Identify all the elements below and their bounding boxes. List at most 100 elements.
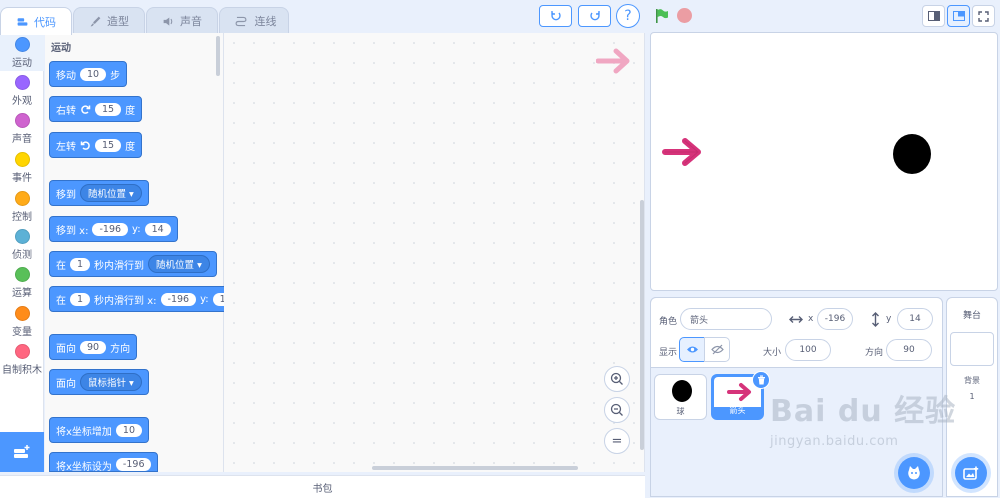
- block-text: 方向: [110, 343, 131, 355]
- block-turn-right[interactable]: 右转 15 度: [49, 96, 143, 122]
- category-menu: 运动 外观 声音 事件 控制 侦测 运算 变量 自制积木: [0, 33, 44, 433]
- backpack-bar[interactable]: 书包: [0, 475, 645, 498]
- fullscreen-button[interactable]: [972, 5, 995, 27]
- direction-field[interactable]: 90: [886, 339, 932, 361]
- block-goto[interactable]: 移到 随机位置 ▾: [49, 180, 149, 206]
- stage-selector-title: 舞台: [962, 311, 981, 321]
- size-field[interactable]: 100: [785, 339, 831, 361]
- seconds-input[interactable]: 1: [70, 292, 91, 306]
- category-sound[interactable]: 声音: [0, 113, 44, 145]
- tab-connect[interactable]: 连线: [219, 7, 289, 34]
- zoom-in-button[interactable]: [604, 366, 630, 392]
- show-sprite-button[interactable]: [679, 337, 705, 362]
- x-set-input[interactable]: -196: [115, 458, 152, 471]
- motion-dot-icon: [14, 37, 30, 52]
- undo-icon: [550, 11, 561, 21]
- glide-target-dropdown[interactable]: 随机位置 ▾: [148, 255, 210, 273]
- block-text: 度: [125, 141, 136, 153]
- help-button[interactable]: ?: [616, 4, 640, 28]
- my-blocks-dot-icon: [14, 344, 30, 359]
- workspace-vertical-scrollbar[interactable]: [640, 200, 644, 450]
- add-extension-button[interactable]: [0, 432, 44, 472]
- category-operators[interactable]: 运算: [0, 267, 44, 299]
- green-flag-icon[interactable]: [654, 8, 670, 24]
- category-my-blocks[interactable]: 自制积木: [0, 344, 44, 376]
- small-stage-button[interactable]: [922, 5, 945, 27]
- cat-sprite-icon: [908, 466, 920, 480]
- y-input[interactable]: 14: [144, 222, 171, 236]
- towards-target-dropdown[interactable]: 鼠标指针 ▾: [80, 373, 142, 391]
- size-label: 大小: [763, 348, 782, 358]
- code-workspace[interactable]: [224, 33, 645, 472]
- delete-sprite-button[interactable]: [752, 371, 770, 389]
- block-text: 步: [110, 70, 121, 82]
- y-field[interactable]: 14: [897, 308, 933, 330]
- block-change-x[interactable]: 将x坐标增加 10: [49, 417, 150, 443]
- trash-icon: [757, 375, 765, 385]
- block-set-x[interactable]: 将x坐标设为 -196: [49, 452, 159, 473]
- add-backdrop-button[interactable]: [955, 457, 987, 489]
- code-icon: [17, 18, 28, 26]
- brush-icon: [90, 16, 101, 26]
- block-point-towards[interactable]: 面向 鼠标指针 ▾: [49, 369, 149, 395]
- seconds-input[interactable]: 1: [70, 257, 91, 271]
- undo-button[interactable]: [539, 5, 572, 27]
- watermark-brand: Bai du 经验: [770, 394, 957, 429]
- x-input[interactable]: -196: [160, 292, 197, 306]
- block-text: 将x坐标增加: [56, 426, 112, 438]
- block-glide-to[interactable]: 在 1 秒内滑行到 随机位置 ▾: [49, 251, 217, 277]
- block-text: 移到: [56, 189, 76, 201]
- category-looks[interactable]: 外观: [0, 75, 44, 107]
- x-change-input[interactable]: 10: [115, 423, 143, 437]
- large-stage-button[interactable]: [947, 5, 970, 27]
- degrees-input[interactable]: 15: [95, 138, 122, 152]
- ball-thumbnail-icon: [672, 380, 692, 402]
- redo-icon: [589, 11, 600, 21]
- category-motion[interactable]: 运动: [0, 33, 44, 71]
- eye-slash-icon: [710, 344, 724, 355]
- goto-target-dropdown[interactable]: 随机位置 ▾: [80, 184, 142, 202]
- category-control[interactable]: 控制: [0, 191, 44, 223]
- events-dot-icon: [14, 152, 30, 167]
- tab-code[interactable]: 代码: [0, 7, 72, 35]
- redo-button[interactable]: [578, 5, 611, 27]
- sprite-thumbnail: [656, 376, 705, 406]
- large-stage-icon: [952, 11, 965, 21]
- y-label: y: [886, 314, 892, 324]
- speaker-icon: [163, 16, 173, 26]
- zoom-reset-button[interactable]: =: [604, 428, 630, 454]
- block-turn-left[interactable]: 左转 15 度: [49, 132, 143, 158]
- degrees-input[interactable]: 15: [95, 102, 122, 116]
- x-input[interactable]: -196: [92, 222, 129, 236]
- steps-input[interactable]: 10: [80, 67, 107, 81]
- palette-scrollbar[interactable]: [216, 36, 220, 76]
- tab-costumes[interactable]: 造型: [73, 7, 145, 34]
- sprite-name-field[interactable]: 箭头: [680, 308, 772, 330]
- x-field[interactable]: -196: [817, 308, 853, 330]
- category-sensing[interactable]: 侦测: [0, 229, 44, 261]
- x-label: x: [808, 314, 814, 324]
- fullscreen-icon: [978, 10, 989, 22]
- stop-button[interactable]: [677, 8, 692, 23]
- operators-dot-icon: [14, 267, 30, 282]
- add-sprite-button[interactable]: [898, 457, 930, 489]
- control-dot-icon: [14, 191, 30, 206]
- horizontal-arrows-icon: [789, 316, 803, 323]
- category-label: 侦测: [12, 250, 32, 261]
- block-point-direction[interactable]: 面向 90 方向: [49, 334, 138, 360]
- hide-sprite-button[interactable]: [704, 337, 730, 362]
- block-move-steps[interactable]: 移动 10 步: [49, 61, 128, 87]
- zoom-out-button[interactable]: [604, 397, 630, 423]
- category-events[interactable]: 事件: [0, 152, 44, 184]
- extension-icon: [14, 445, 30, 458]
- tab-sounds[interactable]: 声音: [146, 7, 218, 34]
- workspace-horizontal-scrollbar[interactable]: [372, 466, 578, 470]
- zoom-in-icon: [610, 372, 623, 385]
- category-label: 运算: [12, 288, 32, 299]
- block-glide-xy[interactable]: 在 1 秒内滑行到 x: -196 y: 14: [49, 286, 246, 312]
- direction-input[interactable]: 90: [80, 340, 107, 354]
- stage-canvas[interactable]: [650, 32, 998, 291]
- sprite-tile-ball[interactable]: 球: [654, 374, 707, 420]
- block-goto-xy[interactable]: 移到 x: -196 y: 14: [49, 216, 178, 242]
- category-variables[interactable]: 变量: [0, 306, 44, 338]
